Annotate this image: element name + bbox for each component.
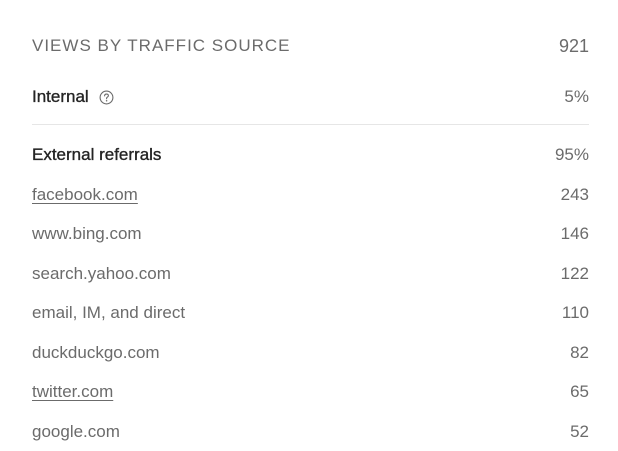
divider [32,124,589,125]
internal-label-group: Internal [32,87,114,107]
source-label-bing: www.bing.com [32,224,142,243]
source-value-yahoo: 122 [560,264,589,283]
traffic-source-panel: VIEWS BY TRAFFIC SOURCE 921 Internal 5% … [0,0,618,451]
internal-label: Internal [32,87,89,106]
source-label-email: email, IM, and direct [32,303,186,322]
question-circle-icon[interactable] [99,90,114,105]
source-value-duckduckgo: 82 [570,343,589,362]
source-row-yahoo: search.yahoo.com 122 [32,262,589,286]
external-label: External referrals [32,145,162,164]
source-value-twitter: 65 [570,382,589,401]
source-row-facebook: facebook.com 243 [32,183,589,207]
source-value-facebook: 243 [560,185,589,204]
source-row-google: google.com 52 [32,420,589,444]
source-value-bing: 146 [560,224,589,243]
source-label-google: google.com [32,422,120,441]
panel-title: VIEWS BY TRAFFIC SOURCE [32,36,291,55]
source-row-email: email, IM, and direct 110 [32,301,589,325]
external-value: 95% [554,145,589,164]
source-row-twitter: twitter.com 65 [32,380,589,404]
source-link-facebook[interactable]: facebook.com [32,185,138,205]
panel-header: VIEWS BY TRAFFIC SOURCE 921 [32,34,589,58]
source-value-google: 52 [570,422,589,441]
source-label-duckduckgo: duckduckgo.com [32,343,160,362]
internal-row: Internal 5% [32,85,589,109]
source-row-bing: www.bing.com 146 [32,222,589,246]
source-value-email: 110 [561,303,589,322]
source-label-yahoo: search.yahoo.com [32,264,171,283]
external-row: External referrals 95% [32,143,589,167]
internal-value: 5% [564,87,589,106]
source-row-duckduckgo: duckduckgo.com 82 [32,341,589,365]
source-link-twitter[interactable]: twitter.com [32,382,113,402]
total-views: 921 [558,35,589,56]
